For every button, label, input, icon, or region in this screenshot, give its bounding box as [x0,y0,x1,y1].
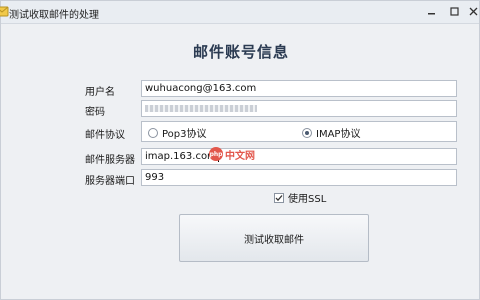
username-value: wuhuacong@163.com [145,83,257,94]
server-label: 邮件服务器 [85,155,135,166]
password-label: 密码 [85,107,105,118]
pop3-radio-circle [148,127,158,138]
test-receive-mail-button[interactable]: 测试收取邮件 [179,214,369,262]
app-window: 测试收取邮件的处理 邮件账号信息 用户名 wuhuacong@163.com 密… [0,0,480,300]
watermark: php 中文网 [209,146,267,162]
window-title: 测试收取邮件的处理 [9,10,99,21]
ssl-label: 使用SSL [288,194,327,205]
watermark-text: 中文网 [225,150,255,162]
username-input[interactable]: wuhuacong@163.com [141,80,457,97]
title-bar: 测试收取邮件的处理 [0,1,480,24]
server-input[interactable]: imap.163.com [141,148,457,165]
imap-radio-circle [302,127,312,138]
pop3-radio[interactable]: Pop3协议 [148,125,207,140]
password-input[interactable] [141,100,457,117]
use-ssl-checkbox[interactable]: 使用SSL [274,190,326,205]
minimize-button[interactable] [425,5,438,17]
port-value: 993 [145,172,165,183]
watermark-badge: php [209,147,223,161]
port-label: 服务器端口 [85,176,135,187]
pop3-radio-label: Pop3协议 [162,129,207,140]
port-input[interactable]: 993 [141,169,457,186]
imap-radio-label: IMAP协议 [316,129,361,140]
close-icon [469,7,478,15]
maximize-button[interactable] [448,5,461,17]
test-receive-mail-label: 测试收取邮件 [244,234,304,246]
mail-app-icon [0,4,9,18]
ssl-checkbox-box [274,192,284,203]
imap-radio[interactable]: IMAP协议 [302,125,360,140]
password-masked-value [145,105,257,112]
server-value: imap.163.com [145,151,217,162]
maximize-icon [450,6,459,16]
username-label: 用户名 [85,87,115,98]
minimize-icon [428,12,435,14]
checkmark-icon [275,194,283,201]
close-button[interactable] [467,5,480,17]
form-heading: 邮件账号信息 [192,43,289,61]
protocol-label: 邮件协议 [85,130,125,141]
protocol-radio-group: Pop3协议 IMAP协议 [141,121,457,142]
